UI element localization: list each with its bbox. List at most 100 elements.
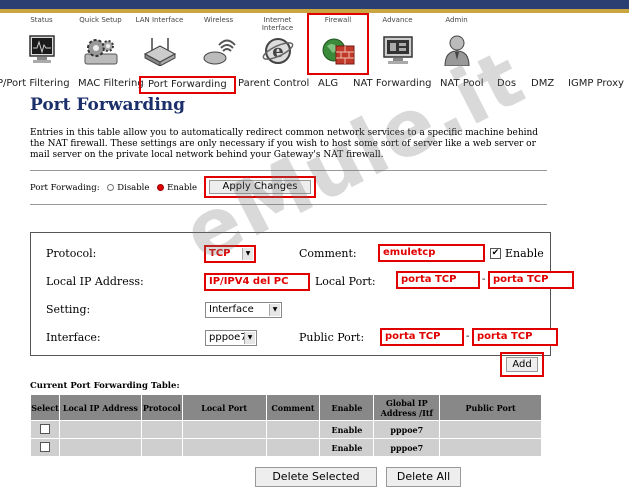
chevron-down-icon: ▼ xyxy=(269,304,280,316)
nav-label: Admin xyxy=(445,16,468,24)
port-forwarding-table: Select Local IP Address Protocol Local P… xyxy=(30,394,542,457)
port-range-dash: - xyxy=(482,274,486,285)
subnav-parent-control[interactable]: Parent Control xyxy=(238,78,309,89)
subnav-port-forwarding[interactable]: Port Forwarding xyxy=(139,76,236,94)
protocol-select[interactable]: TCP ▼ xyxy=(204,245,256,263)
subnav-igmp-proxy[interactable]: IGMP Proxy xyxy=(568,78,624,89)
firewall-icon xyxy=(322,38,355,65)
nav-item-quick-setup[interactable]: Quick Setup xyxy=(74,14,127,74)
interface-value: pppoe7 xyxy=(209,332,247,343)
public-port-label: Public Port: xyxy=(299,331,365,344)
nav-label: LAN Interface xyxy=(135,16,184,24)
column-header: Comment xyxy=(265,394,321,421)
nav-item-advance[interactable]: Advance xyxy=(371,14,424,74)
table-cell xyxy=(439,420,542,439)
local-port-label: Local Port: xyxy=(315,275,376,288)
nav-label: Status xyxy=(30,16,53,24)
subnav-dos[interactable]: Dos xyxy=(497,78,516,89)
enable-radio[interactable] xyxy=(157,184,165,191)
nav-item-lan-interface[interactable]: LAN Interface xyxy=(133,14,186,74)
nav-item-status[interactable]: Status xyxy=(15,14,68,74)
protocol-label: Protocol: xyxy=(46,247,97,260)
comment-input[interactable]: emuletcp xyxy=(378,244,485,262)
divider xyxy=(30,204,547,205)
row-select-checkbox[interactable] xyxy=(39,441,50,452)
column-header: Protocol xyxy=(140,394,183,421)
subnav-nat-pool[interactable]: NAT Pool xyxy=(440,78,484,89)
nav-item-internet-interface[interactable]: Internet Interface e xyxy=(251,14,304,74)
setting-value: Interface xyxy=(209,304,254,315)
nav-label: Wireless xyxy=(203,16,234,24)
column-header: Local IP Address xyxy=(58,394,142,421)
table-row: Enable pppoe7 xyxy=(30,420,542,439)
disable-radio[interactable] xyxy=(107,184,115,191)
enable-cell: Enable xyxy=(319,438,375,457)
port-forwarding-form: Protocol: TCP ▼ Comment: emuletcp ✔ Enab… xyxy=(30,232,574,356)
delete-all-button[interactable]: Delete All xyxy=(386,467,461,487)
enable-checkbox-label: Enable xyxy=(505,247,544,260)
sub-nav: IP/Port Filtering MAC Filtering Port For… xyxy=(0,76,629,94)
comment-label: Comment: xyxy=(299,247,357,260)
interface-cell: pppoe7 xyxy=(373,438,441,457)
enable-radio-label: Enable xyxy=(167,183,198,193)
chevron-down-icon: ▼ xyxy=(244,332,255,344)
column-header: Public Port xyxy=(439,394,542,421)
subnav-nat-forwarding[interactable]: NAT Forwarding xyxy=(353,78,432,89)
nav-label: Advance xyxy=(382,16,413,24)
interface-label: Interface: xyxy=(46,331,101,344)
enable-cell: Enable xyxy=(319,420,375,439)
table-cell xyxy=(140,438,183,457)
protocol-value: TCP xyxy=(209,248,231,259)
interface-select[interactable]: pppoe7 ▼ xyxy=(205,330,257,346)
port-range-dash: - xyxy=(466,331,470,342)
delete-selected-button[interactable]: Delete Selected xyxy=(255,467,377,487)
chevron-down-icon: ▼ xyxy=(242,248,253,260)
router-icon xyxy=(143,38,176,66)
table-cell xyxy=(181,438,267,457)
table-cell xyxy=(140,420,183,439)
disable-radio-label: Disable xyxy=(117,183,150,193)
subnav-alg[interactable]: ALG xyxy=(318,78,338,89)
nav-item-firewall[interactable]: Firewall xyxy=(307,13,369,75)
main-nav: Status Quick Setup LAN Interface Wireles… xyxy=(0,13,629,76)
interface-cell: pppoe7 xyxy=(373,420,441,439)
nav-item-wireless[interactable]: Wireless xyxy=(192,14,245,74)
local-ip-label: Local IP Address: xyxy=(46,275,144,288)
enable-checkbox[interactable]: ✔ xyxy=(490,248,501,259)
select-cell xyxy=(30,420,60,439)
nav-item-admin[interactable]: Admin xyxy=(430,14,483,74)
select-cell xyxy=(30,438,60,457)
table-cell xyxy=(58,438,142,457)
port-forwarding-toggle-row: Port Forwading: Disable Enable xyxy=(30,183,197,193)
column-header: Enable xyxy=(319,394,375,421)
setting-select[interactable]: Interface ▼ xyxy=(205,302,282,318)
port-forwarding-label: Port Forwading: xyxy=(30,183,100,193)
column-header: Global IP Address /Itf xyxy=(373,394,441,421)
wireless-icon xyxy=(203,39,236,65)
admin-icon xyxy=(443,35,470,66)
table-cell xyxy=(265,438,321,457)
subnav-mac-filtering[interactable]: MAC Filtering xyxy=(78,78,144,89)
local-port-from-input[interactable]: porta TCP xyxy=(396,271,480,289)
add-button[interactable]: Add xyxy=(506,357,538,372)
subnav-dmz[interactable]: DMZ xyxy=(531,78,554,89)
table-title: Current Port Forwarding Table: xyxy=(30,381,180,391)
row-select-checkbox[interactable] xyxy=(39,423,50,434)
gears-icon xyxy=(84,39,117,65)
apply-changes-button[interactable]: Apply Changes xyxy=(209,180,311,194)
apply-changes-highlight: Apply Changes xyxy=(204,176,316,198)
monitor-icon xyxy=(28,35,55,63)
column-header: Local Port xyxy=(181,394,267,421)
public-port-from-input[interactable]: porta TCP xyxy=(380,328,464,346)
table-header-row: Select Local IP Address Protocol Local P… xyxy=(30,394,542,421)
table-cell xyxy=(181,420,267,439)
table-row: Enable pppoe7 xyxy=(30,438,542,457)
table-cell xyxy=(265,420,321,439)
local-ip-input[interactable]: IP/IPV4 del PC xyxy=(204,273,310,291)
nav-label: Quick Setup xyxy=(79,16,122,24)
subnav-ip-port-filtering[interactable]: IP/Port Filtering xyxy=(0,78,70,89)
local-port-to-input[interactable]: porta TCP xyxy=(488,271,574,289)
column-header: Select xyxy=(30,394,60,421)
top-banner xyxy=(0,0,629,9)
public-port-to-input[interactable]: porta TCP xyxy=(472,328,558,346)
